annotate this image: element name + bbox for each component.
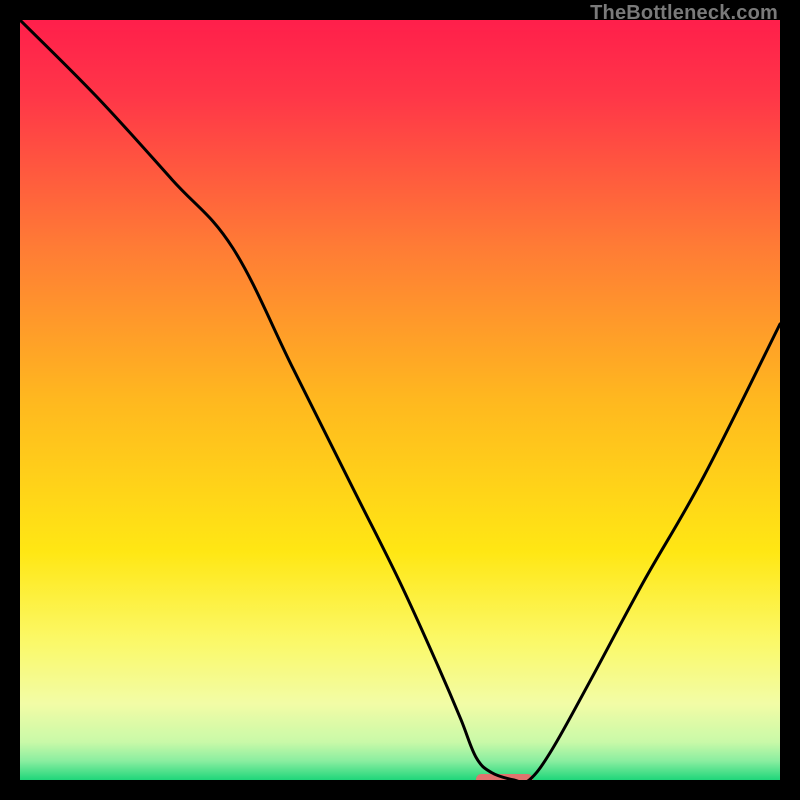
plot-area [20, 20, 780, 780]
watermark-text: TheBottleneck.com [590, 2, 778, 25]
chart-frame: TheBottleneck.com [0, 0, 800, 800]
bottleneck-curve [20, 20, 780, 780]
